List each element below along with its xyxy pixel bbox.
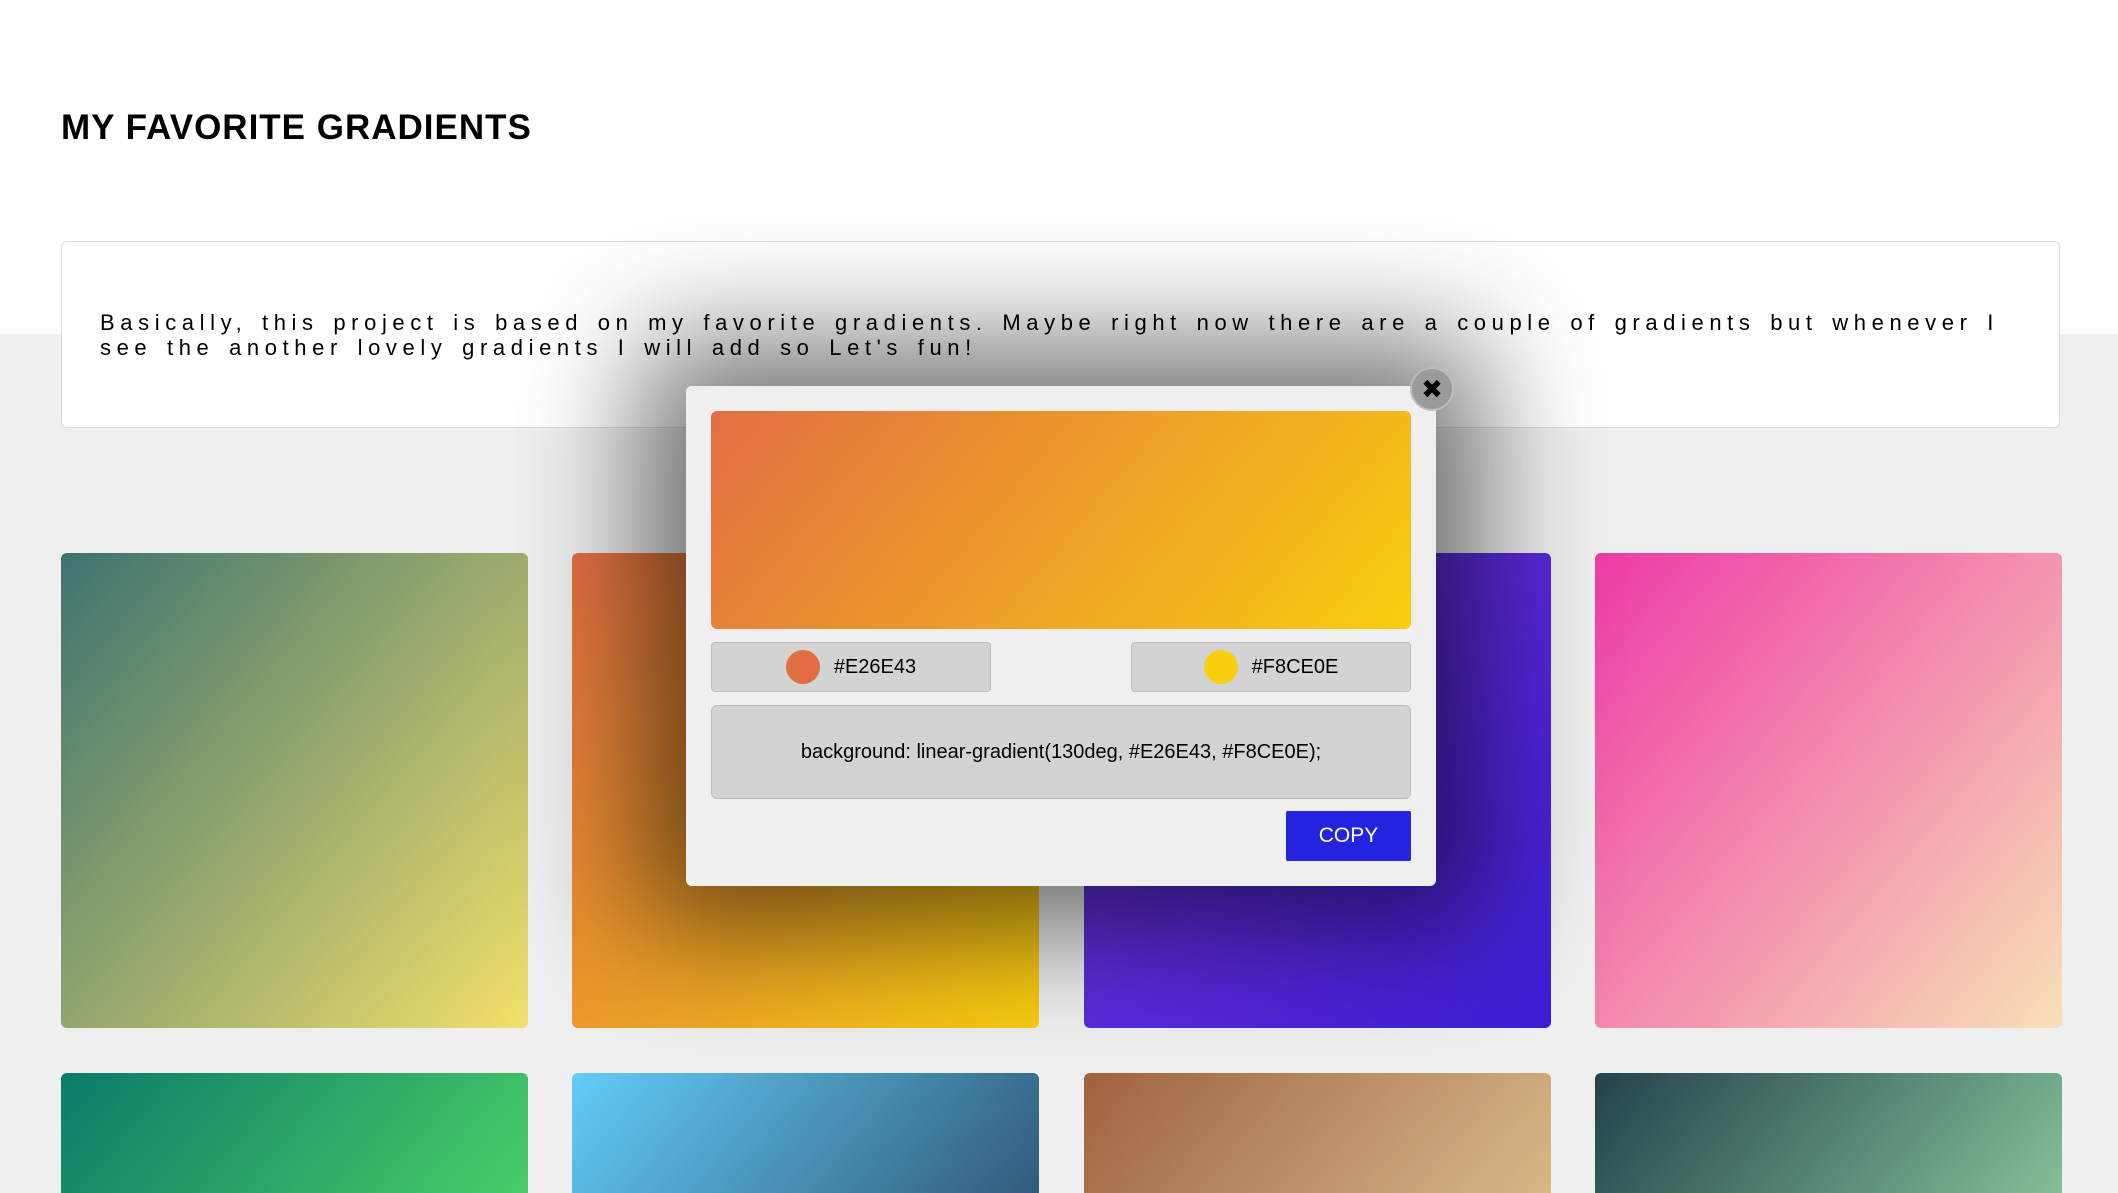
color-to-button[interactable]: #F8CE0E xyxy=(1131,642,1411,692)
page-title: MY FAVORITE GRADIENTS xyxy=(61,108,532,147)
gradient-tile[interactable] xyxy=(61,1073,528,1193)
gradient-tile[interactable] xyxy=(1595,553,2062,1028)
css-code-box[interactable]: background: linear-gradient(130deg, #E26… xyxy=(711,705,1411,799)
gradient-tile[interactable] xyxy=(572,1073,1039,1193)
color-from-swatch xyxy=(785,650,820,684)
gradient-tile[interactable] xyxy=(61,553,528,1028)
color-to-label: #F8CE0E xyxy=(1251,655,1339,678)
css-code-text: background: linear-gradient(130deg, #E26… xyxy=(800,740,1322,763)
copy-button[interactable]: COPY xyxy=(1286,811,1411,861)
gradient-preview xyxy=(711,411,1411,629)
page: MY FAVORITE GRADIENTS Basically, this pr… xyxy=(0,0,2118,1193)
color-from-label: #E26E43 xyxy=(833,655,917,678)
close-icon[interactable]: ✖ xyxy=(1410,367,1454,411)
gradient-tile[interactable] xyxy=(1595,1073,2062,1193)
color-from-button[interactable]: #E26E43 xyxy=(711,642,991,692)
color-to-swatch xyxy=(1203,650,1238,684)
description-text: Basically, this project is based on my f… xyxy=(100,310,1999,360)
gradient-modal: #E26E43 #F8CE0E background: linear-gradi… xyxy=(686,386,1436,886)
gradient-tile[interactable] xyxy=(1084,1073,1551,1193)
